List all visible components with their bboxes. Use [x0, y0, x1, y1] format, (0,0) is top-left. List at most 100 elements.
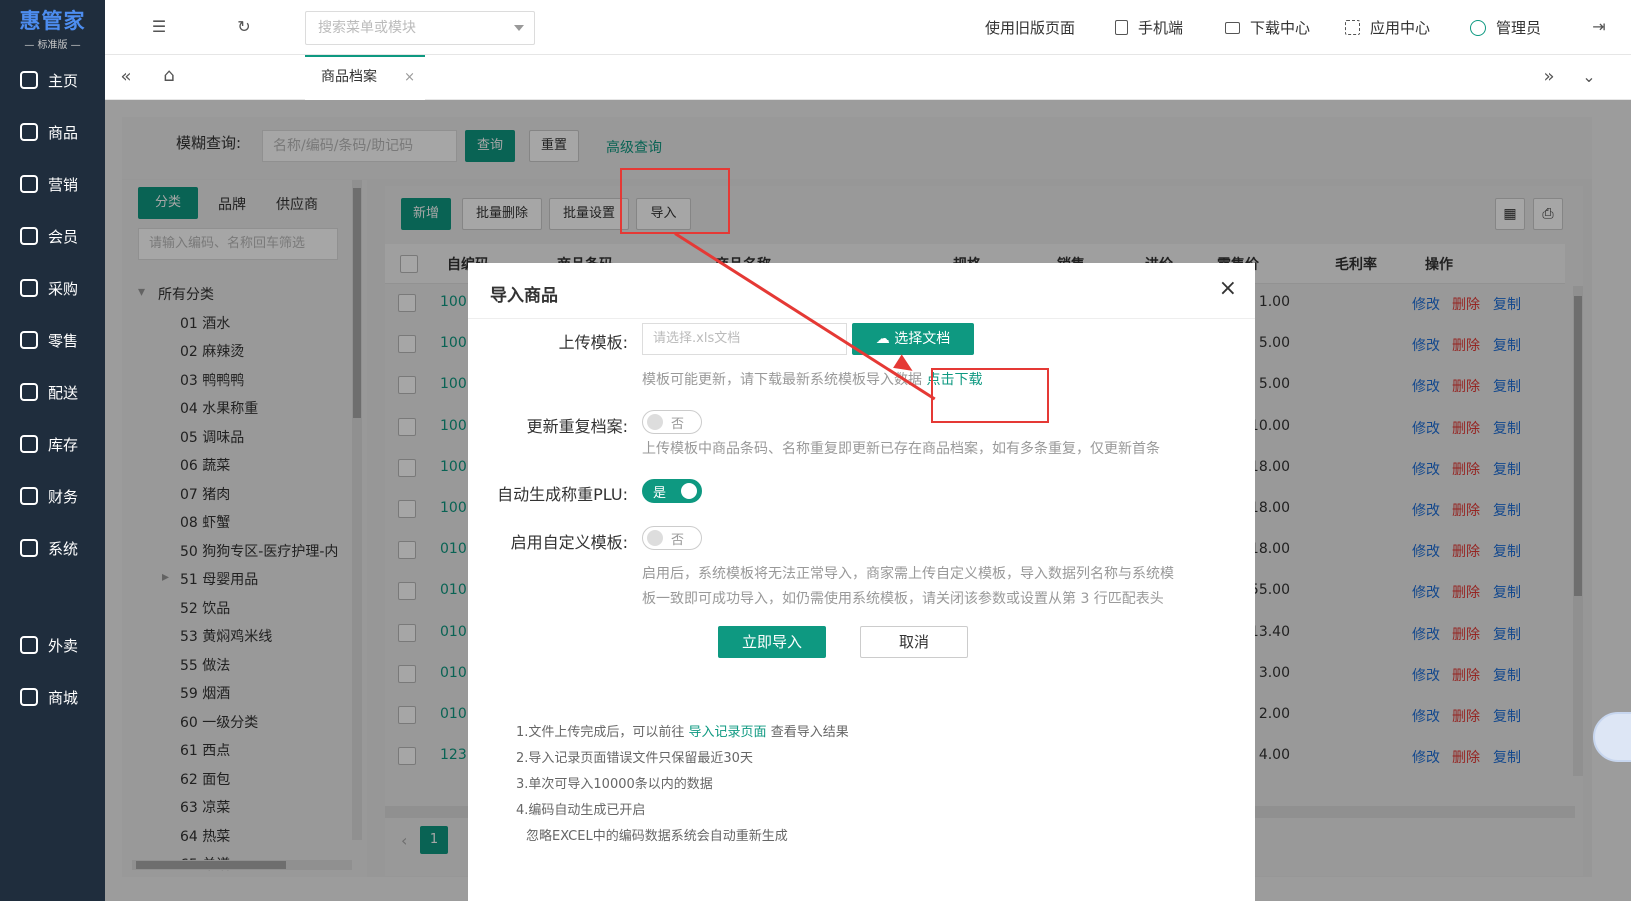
nav-item-11[interactable]: 商城	[0, 677, 105, 717]
annotation-download-box	[931, 368, 1049, 423]
nav-item-4[interactable]: 采购	[0, 268, 105, 308]
note-3: 3.单次可导入10000条以内的数据	[516, 777, 713, 792]
tabs-dropdown-icon[interactable]: ⌄	[1580, 68, 1598, 86]
settings-icon	[20, 539, 38, 557]
chart-icon	[20, 175, 38, 193]
toggle-text: 否	[671, 533, 685, 548]
home-icon	[20, 71, 38, 89]
mobile-icon	[1115, 20, 1128, 35]
update-dup-hint: 上传模板中商品条码、名称重复即更新已存在商品档案，如有多条重复，仅更新首条	[642, 441, 1160, 457]
truck-icon	[20, 383, 38, 401]
nav-label: 外卖	[48, 636, 79, 655]
choose-file-label: 选择文档	[894, 331, 951, 347]
download-label: 下载中心	[1250, 19, 1311, 37]
cart-icon	[20, 279, 38, 297]
logo: 惠管家 — 标准版 —	[0, 0, 105, 55]
app-center-link[interactable]: 应用中心	[1345, 17, 1430, 38]
download-center-link[interactable]: 下载中心	[1225, 17, 1310, 38]
upload-file-input[interactable]: 请选择.xls文档	[642, 323, 847, 355]
import-record-link[interactable]: 导入记录页面	[689, 725, 767, 740]
template-hint-text: 模板可能更新，请下载最新系统模板导入数据	[642, 372, 922, 388]
tab-product-archive[interactable]: 商品档案 ×	[305, 55, 425, 100]
menu-search-input[interactable]: 搜索菜单或模块	[305, 11, 535, 45]
nav-label: 主页	[48, 71, 79, 90]
choose-file-button[interactable]: ☁ 选择文档	[852, 323, 974, 355]
finance-icon	[20, 487, 38, 505]
note-2: 2.导入记录页面错误文件只保留最近30天	[516, 751, 753, 766]
toggle-knob	[647, 530, 663, 546]
custom-template-toggle[interactable]: 否	[642, 526, 702, 550]
nav-label: 商城	[48, 688, 79, 707]
nav-label: 会员	[48, 227, 79, 246]
nav-item-1[interactable]: 商品	[0, 112, 105, 152]
store-icon	[20, 688, 38, 706]
logout-icon[interactable]: ⇥	[1590, 18, 1608, 36]
apps-label: 应用中心	[1370, 19, 1431, 37]
menu-search-placeholder: 搜索菜单或模块	[318, 20, 416, 36]
note-5: 忽略EXCEL中的编码数据系统会自动重新生成	[526, 829, 788, 844]
nav-label: 财务	[48, 487, 79, 506]
nav-item-8[interactable]: 财务	[0, 476, 105, 516]
cube-icon	[20, 123, 38, 141]
topbar: ☰ ↻ 搜索菜单或模块 使用旧版页面 手机端 下载中心 应用中心 管理员 ⇥	[105, 0, 1631, 55]
nav-item-3[interactable]: 会员	[0, 216, 105, 256]
nav-label: 采购	[48, 279, 79, 298]
nav-item-5[interactable]: 零售	[0, 320, 105, 360]
heart-icon	[20, 227, 38, 245]
nav-item-2[interactable]: 营销	[0, 164, 105, 204]
tabbar: « ⌂ 商品档案 × » ⌄	[105, 55, 1631, 100]
import-modal: 导入商品 × 上传模板: 请选择.xls文档 ☁ 选择文档 模板可能更新，请下载…	[468, 263, 1255, 901]
auto-plu-label: 自动生成称重PLU:	[497, 485, 628, 504]
nav-label: 营销	[48, 175, 79, 194]
nav-item-6[interactable]: 配送	[0, 372, 105, 412]
toggle-knob	[647, 414, 663, 430]
close-icon[interactable]: ×	[1219, 276, 1237, 301]
tabs-scroll-left-icon[interactable]: «	[117, 68, 135, 86]
user-icon	[1470, 19, 1486, 36]
apps-grid-icon	[1345, 20, 1360, 35]
custom-template-label: 启用自定义模板:	[510, 533, 628, 552]
nav-label: 系统	[48, 539, 79, 558]
upload-template-label: 上传模板:	[558, 333, 628, 352]
note-1: 1.文件上传完成后，可以前往 导入记录页面 查看导入结果	[516, 721, 849, 740]
cancel-button[interactable]: 取消	[860, 626, 968, 658]
update-dup-toggle[interactable]: 否	[642, 410, 702, 434]
nav-item-9[interactable]: 系统	[0, 528, 105, 568]
nav-label: 配送	[48, 383, 79, 402]
toggle-text: 否	[671, 417, 685, 432]
auto-plu-toggle[interactable]: 是	[642, 479, 702, 503]
admin-user-link[interactable]: 管理员	[1470, 17, 1541, 38]
sidebar: 惠管家 — 标准版 — 主页商品营销会员采购零售配送库存财务系统外卖商城	[0, 0, 105, 901]
old-page-link[interactable]: 使用旧版页面	[985, 17, 1075, 38]
nav-item-7[interactable]: 库存	[0, 424, 105, 464]
annotation-import-box	[620, 168, 730, 234]
admin-label: 管理员	[1496, 19, 1542, 37]
note-4: 4.编码自动生成已开启	[516, 803, 646, 818]
upload-icon: ☁	[875, 331, 895, 347]
mobile-label: 手机端	[1138, 19, 1184, 37]
import-now-button[interactable]: 立即导入	[718, 626, 826, 658]
delivery-icon	[20, 636, 38, 654]
mobile-link[interactable]: 手机端	[1115, 17, 1183, 38]
tabs-scroll-right-icon[interactable]: »	[1540, 68, 1558, 86]
refresh-icon[interactable]: ↻	[235, 18, 253, 36]
custom-template-hint-2: 板一致即可成功导入，如仍需使用系统模板，请关闭该参数或设置从第 3 行匹配表头	[642, 591, 1164, 607]
modal-title: 导入商品	[490, 286, 558, 306]
update-dup-label: 更新重复档案:	[526, 417, 628, 436]
nav-label: 库存	[48, 435, 79, 454]
menu-collapse-icon[interactable]: ☰	[150, 18, 168, 36]
custom-template-hint-1: 启用后，系统模板将无法正常导入，商家需上传自定义模板，导入数据列名称与系统模	[642, 566, 1174, 582]
toggle-text: 是	[653, 486, 667, 501]
tab-close-icon[interactable]: ×	[404, 57, 415, 98]
note-1-pre: 1.文件上传完成后，可以前往	[516, 725, 689, 740]
home-tab-icon[interactable]: ⌂	[160, 67, 178, 85]
nav-label: 零售	[48, 331, 79, 350]
monitor-icon	[1225, 21, 1240, 34]
nav-item-10[interactable]: 外卖	[0, 625, 105, 665]
nav-item-0[interactable]: 主页	[0, 60, 105, 100]
chevron-down-icon	[514, 25, 524, 31]
bag-icon	[20, 331, 38, 349]
logo-main: 惠管家	[19, 8, 86, 33]
tab-label: 商品档案	[321, 69, 377, 85]
note-1-post: 查看导入结果	[766, 725, 849, 740]
